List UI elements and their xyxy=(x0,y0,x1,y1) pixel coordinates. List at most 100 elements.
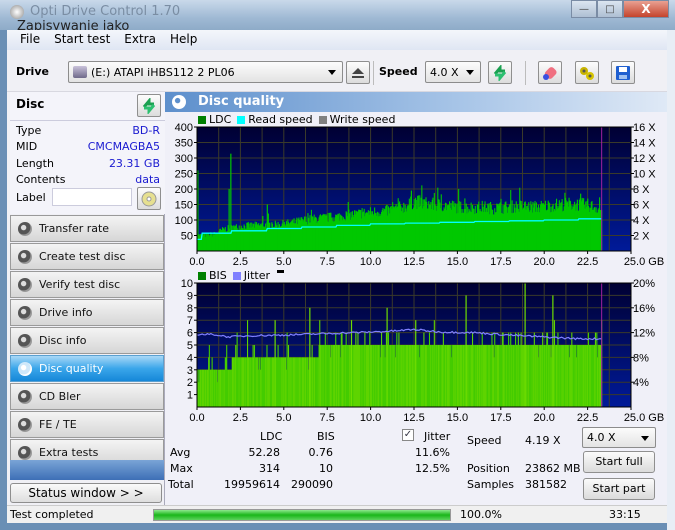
overlay-window-title: Zapisywanie jako xyxy=(17,20,130,30)
y-left-tick-label: 200 xyxy=(175,184,193,196)
panel-header: Disc quality xyxy=(165,92,667,112)
nav-label: CD Bler xyxy=(39,390,81,403)
drive-info-icon xyxy=(18,306,32,320)
nav-label: FE / TE xyxy=(39,418,77,431)
stats-header-bis: BIS xyxy=(317,430,335,443)
x-tick-label: 12.5 xyxy=(403,412,424,424)
nav-transfer-rate[interactable]: Transfer rate xyxy=(10,215,164,242)
speed-label: Speed xyxy=(467,434,502,447)
y-right-tick-label: 20% xyxy=(633,278,655,290)
disc-type-value: BD-R xyxy=(132,124,160,137)
nav-verify-test-disc[interactable]: Verify test disc xyxy=(10,271,164,298)
close-button[interactable]: X xyxy=(623,0,669,18)
y-right-tick-label: 16 X xyxy=(633,122,656,134)
extra-tests-icon xyxy=(18,446,32,460)
stats-max-bis: 10 xyxy=(319,462,333,475)
test-speed-select[interactable]: 4.0 X xyxy=(582,427,656,448)
x-tick-label: 5.0 xyxy=(276,256,291,268)
menu-file[interactable]: File xyxy=(13,30,47,50)
drive-select[interactable]: (E:) ATAPI iHBS112 2 PL06 xyxy=(68,61,343,83)
menu-extra[interactable]: Extra xyxy=(117,30,163,50)
nav-cd-bler[interactable]: CD Bler xyxy=(10,383,164,410)
x-tick-label: 22.5 xyxy=(577,256,598,268)
transfer-rate-icon xyxy=(18,222,32,236)
nav-fe-te[interactable]: FE / TE xyxy=(10,411,164,438)
background-window xyxy=(667,30,675,530)
position-label: Position xyxy=(467,462,510,475)
save-button[interactable] xyxy=(611,61,635,84)
verify-test-disc-icon xyxy=(18,278,32,292)
x-tick-label: 7.5 xyxy=(320,256,335,268)
disc-contents-label: Contents xyxy=(16,173,66,186)
progress-text: 100.0% xyxy=(460,508,502,521)
refresh-icon xyxy=(142,97,156,114)
status-text: Test completed xyxy=(10,508,94,521)
maximize-button[interactable]: □ xyxy=(597,0,623,18)
panel-title: Disc quality xyxy=(198,94,285,109)
samples-label: Samples xyxy=(467,478,514,491)
y-left-tick-label: 8 xyxy=(187,303,193,315)
nav-label: Extra tests xyxy=(39,446,99,459)
nav-label: Verify test disc xyxy=(39,278,121,291)
y-right-tick-label: 6 X xyxy=(633,200,650,212)
y-right-tick-label: 4 X xyxy=(633,215,650,227)
progress-bar xyxy=(153,509,451,521)
settings-button[interactable] xyxy=(575,61,599,84)
title-bar: Opti Drive Control 1.70 Zapisywanie jako… xyxy=(0,0,675,30)
x-tick-label: 15.0 xyxy=(447,256,468,268)
fe-te-icon xyxy=(18,418,32,432)
stats-header-jitter: Jitter xyxy=(424,430,451,443)
start-part-button[interactable]: Start part xyxy=(583,478,655,500)
stats-total-label: Total xyxy=(168,478,194,491)
samples-value: 381582 xyxy=(525,478,567,491)
disc-type-label: Type xyxy=(16,124,42,137)
stats-max-label: Max xyxy=(170,462,193,475)
x-tick-label: 0.0 xyxy=(189,412,204,424)
x-tick-label: 12.5 xyxy=(403,256,424,268)
x-tick-label: 22.5 xyxy=(577,412,598,424)
menu-start-test[interactable]: Start test xyxy=(47,30,117,50)
jitter-checkbox[interactable]: ✓ xyxy=(402,429,414,441)
y-left-tick-label: 3 xyxy=(187,365,193,377)
nav-create-test-disc[interactable]: Create test disc xyxy=(10,243,164,270)
nav-disc-info[interactable]: Disc info xyxy=(10,327,164,354)
stats-avg-bis: 0.76 xyxy=(308,446,334,459)
cd-bler-icon xyxy=(18,390,32,404)
disc-refresh-button[interactable] xyxy=(137,94,161,117)
disc-icon xyxy=(141,191,157,206)
nav-label: Drive info xyxy=(39,306,93,319)
start-full-button[interactable]: Start full xyxy=(583,451,655,473)
refresh-button[interactable] xyxy=(488,61,512,84)
nav-drive-info[interactable]: Drive info xyxy=(10,299,164,326)
drive-value: (E:) ATAPI iHBS112 2 PL06 xyxy=(91,65,235,79)
x-tick-label: 25.0 GB xyxy=(624,256,664,268)
disc-mid-row: MID CMCMAGBA5 xyxy=(16,140,160,153)
progress-fill xyxy=(154,510,450,520)
menu-help[interactable]: Help xyxy=(163,30,204,50)
y-right-tick-label: 4% xyxy=(633,377,649,389)
disc-label-input[interactable] xyxy=(52,188,132,206)
legend-marker xyxy=(277,270,284,273)
y-left-tick-label: 7 xyxy=(187,315,193,327)
stats-total-bis: 290090 xyxy=(291,478,333,491)
minimize-button[interactable]: — xyxy=(571,0,597,18)
erase-button[interactable] xyxy=(538,61,562,84)
disc-label-button[interactable] xyxy=(137,187,161,210)
x-tick-label: 2.5 xyxy=(233,256,248,268)
eject-button[interactable] xyxy=(346,61,370,84)
stats-total-ldc: 19959614 xyxy=(224,478,280,491)
x-tick-label: 5.0 xyxy=(276,412,291,424)
y-left-tick-label: 100 xyxy=(175,215,193,227)
speed-select[interactable]: 4.0 X xyxy=(425,61,481,83)
nav-disc-quality[interactable]: Disc quality xyxy=(10,355,164,382)
status-window-button[interactable]: Status window > > xyxy=(10,483,162,503)
y-left-tick-label: 9 xyxy=(187,290,193,302)
stats-avg-ldc: 52.28 xyxy=(248,446,281,459)
disc-label-label: Label xyxy=(16,191,46,204)
test-speed-value: 4.0 X xyxy=(587,431,616,444)
y-left-tick-label: 400 xyxy=(175,122,193,134)
y-left-tick-label: 5 xyxy=(187,340,193,352)
speed-label: Speed xyxy=(379,65,418,78)
y-right-tick-label: 10 X xyxy=(633,169,656,181)
y-right-tick-label: 12% xyxy=(633,328,655,340)
